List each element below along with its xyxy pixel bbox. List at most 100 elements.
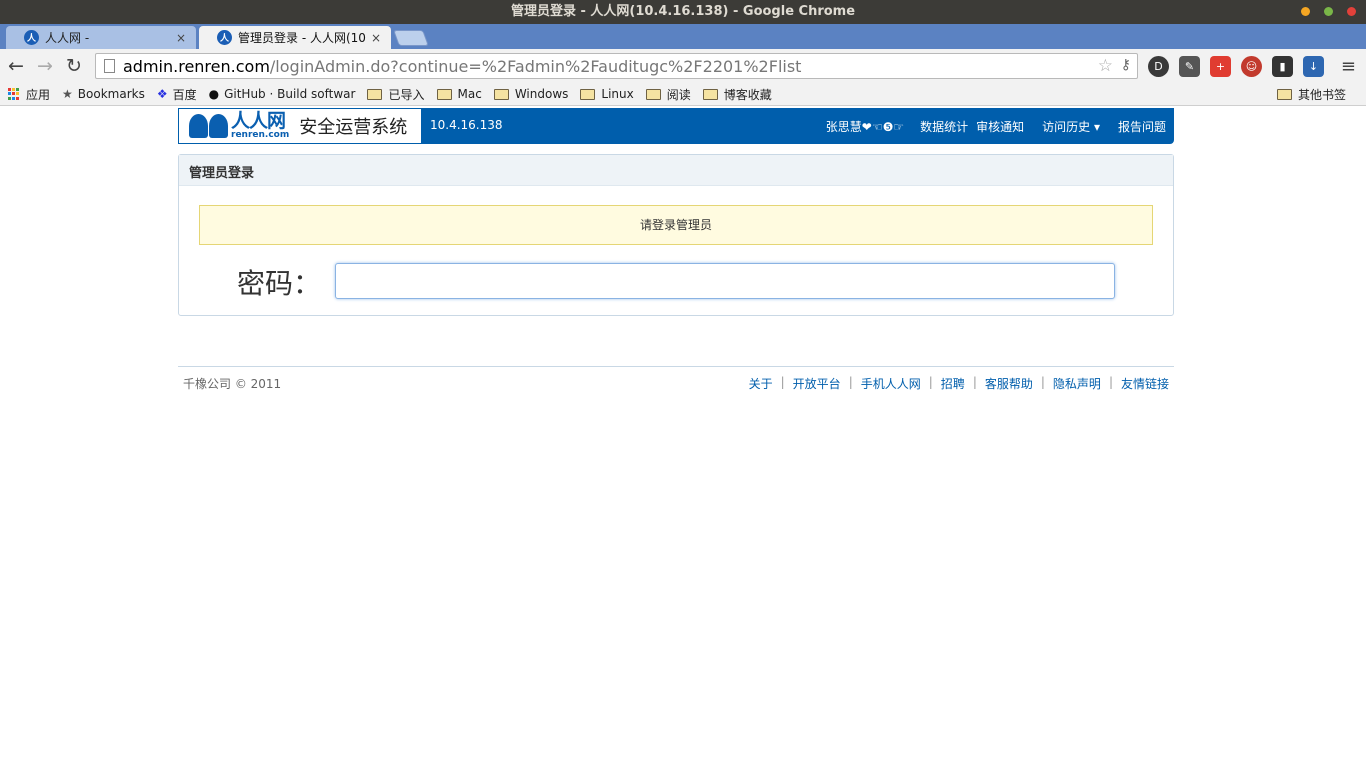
password-input[interactable] (335, 263, 1115, 299)
maximize-button[interactable] (1324, 7, 1333, 16)
nav-user[interactable]: 张思慧❤☜❺☞ (826, 118, 904, 135)
site-logo[interactable]: 人人网 renren.com 安全运营系统 (178, 108, 422, 144)
bookmark-label: 应用 (26, 87, 51, 102)
tab-renren[interactable]: 人 人人网 - × (6, 26, 196, 49)
bookmark-other[interactable]: 其他书签 (1276, 86, 1346, 103)
server-ip: 10.4.16.138 (430, 118, 503, 132)
renren-logo: 人人网 renren.com (189, 112, 289, 140)
bookmark-label: 博客收藏 (723, 87, 772, 102)
folder-icon (1276, 89, 1292, 100)
nav-audit-notice[interactable]: 审核通知 (976, 118, 1024, 135)
baidu-paw-icon: ❖ (156, 87, 168, 101)
folder-icon (580, 88, 596, 100)
nav-visit-history[interactable]: 访问历史 ▾ (1042, 118, 1100, 135)
plus-badge-icon[interactable]: + (1210, 56, 1231, 77)
key-icon[interactable]: ⚷ (1121, 57, 1131, 73)
bookmark-github[interactable]: ● GitHub · Build softwar (209, 87, 356, 101)
bookmark-baidu[interactable]: ❖ 百度 (157, 86, 197, 103)
bookmark-label: 已导入 (388, 87, 425, 102)
url-path: /loginAdmin.do?continue=%2Fadmin%2Faudit… (269, 56, 802, 76)
footer-link-open-platform[interactable]: 开放平台 (793, 375, 841, 392)
header-nav: 张思慧❤☜❺☞ 数据统计 审核通知 访问历史 ▾ 报告问题 (818, 108, 1174, 144)
browser-toolbar: ← → ↻ admin.renren.com/loginAdmin.do?con… (0, 49, 1366, 83)
bookmark-bookmarks[interactable]: ★ Bookmarks (62, 87, 145, 101)
back-arrow-icon[interactable]: ← (8, 55, 24, 77)
login-panel: 管理员登录 请登录管理员 密码： (178, 154, 1174, 316)
footer-link-about[interactable]: 关于 (749, 375, 773, 392)
bookmark-label: Mac (457, 87, 482, 101)
tab-title: 人人网 - (45, 31, 90, 45)
extension-icons: D ✎ + ☺ ▮ ↓ (1148, 56, 1324, 77)
bookmark-folder-mac[interactable]: Mac (436, 87, 482, 101)
footer-link-jobs[interactable]: 招聘 (941, 375, 965, 392)
address-bar[interactable]: admin.renren.com/loginAdmin.do?continue=… (95, 53, 1138, 79)
site-header: 人人网 renren.com 安全运营系统 10.4.16.138 张思慧❤☜❺… (178, 108, 1174, 144)
bookmark-folder-reading[interactable]: 阅读 (645, 86, 691, 103)
bookmark-label: 其他书签 (1297, 88, 1346, 102)
star-icon: ★ (62, 87, 73, 101)
download-icon[interactable]: ↓ (1303, 56, 1324, 77)
bookmark-folder-blogs[interactable]: 博客收藏 (702, 86, 772, 103)
forward-arrow-icon[interactable]: → (37, 55, 53, 77)
circle-d-icon[interactable]: D (1148, 56, 1169, 77)
bookmark-label: Linux (601, 87, 634, 101)
logo-text-en: renren.com (231, 130, 290, 140)
new-tab-button[interactable] (393, 30, 429, 46)
reload-icon[interactable]: ↻ (66, 55, 82, 77)
panel-title: 管理员登录 (179, 155, 1173, 186)
bookmark-folder-windows[interactable]: Windows (493, 87, 569, 101)
bookmark-label: 百度 (172, 87, 197, 102)
folder-icon (436, 88, 452, 100)
footer-link-help[interactable]: 客服帮助 (985, 375, 1033, 392)
tab-admin-login[interactable]: 人 管理员登录 - 人人网(10.4. × (199, 26, 391, 49)
folder-icon (493, 88, 509, 100)
nav-statistics[interactable]: 数据统计 (920, 118, 968, 135)
footer-separator: | (848, 375, 853, 389)
page-footer: 千橡公司 © 2011 关于 | 开放平台 | 手机人人网 | 招聘 | 客服帮… (178, 366, 1174, 391)
window-title: 管理员登录 - 人人网(10.4.16.138) - Google Chrome (510, 4, 856, 19)
url-host: admin.renren.com (123, 56, 270, 76)
bookmark-label: Windows (514, 87, 569, 101)
window-controls (1301, 7, 1356, 16)
tab-close-icon[interactable]: × (371, 31, 381, 45)
menu-icon[interactable]: ≡ (1341, 56, 1356, 77)
renren-favicon-icon: 人 (24, 30, 39, 45)
footer-links: 关于 | 开放平台 | 手机人人网 | 招聘 | 客服帮助 | 隐私声明 | 友… (749, 375, 1169, 392)
logo-text-cn: 人人网 (231, 110, 286, 132)
folder-icon (702, 88, 718, 100)
nav-report-issue[interactable]: 报告问题 (1118, 118, 1166, 135)
footer-separator: | (972, 375, 977, 389)
bookmark-star-icon[interactable]: ☆ (1098, 56, 1113, 76)
bookmark-icon[interactable]: ▮ (1272, 56, 1293, 77)
system-name: 安全运营系统 (299, 117, 408, 138)
footer-link-privacy[interactable]: 隐私声明 (1053, 375, 1101, 392)
bookmark-apps[interactable]: 应用 (8, 86, 50, 103)
bookmark-label: 阅读 (666, 87, 691, 102)
bookmark-label: GitHub · Build softwar (224, 87, 356, 101)
tab-close-icon[interactable]: × (176, 31, 186, 45)
pen-icon[interactable]: ✎ (1179, 56, 1200, 77)
page-icon (104, 59, 115, 73)
login-notice: 请登录管理员 (199, 205, 1153, 245)
apps-grid-icon (8, 88, 20, 100)
footer-separator: | (928, 375, 933, 389)
renren-favicon-icon: 人 (217, 30, 232, 45)
minimize-button[interactable] (1301, 7, 1310, 16)
bookmark-folder-linux[interactable]: Linux (580, 87, 634, 101)
tab-title: 管理员登录 - 人人网(10.4. (238, 31, 367, 45)
folder-icon (367, 88, 383, 100)
folder-icon (645, 88, 661, 100)
footer-link-friends[interactable]: 友情链接 (1121, 375, 1169, 392)
close-window-button[interactable] (1347, 7, 1356, 16)
renren-logo-icon (189, 114, 229, 138)
tab-strip: 人 人人网 - × 人 管理员登录 - 人人网(10.4. × (0, 24, 1366, 49)
bookmark-label: Bookmarks (77, 87, 145, 101)
face-icon[interactable]: ☺ (1241, 56, 1262, 77)
bookmark-folder-imported[interactable]: 已导入 (367, 86, 425, 103)
window-titlebar: 管理员登录 - 人人网(10.4.16.138) - Google Chrome (0, 0, 1366, 24)
footer-separator: | (780, 375, 785, 389)
footer-link-mobile[interactable]: 手机人人网 (861, 375, 921, 392)
bookmarks-bar: 应用 ★ Bookmarks ❖ 百度 ● GitHub · Build sof… (0, 83, 1366, 106)
footer-separator: | (1108, 375, 1113, 389)
github-icon: ● (208, 87, 220, 101)
